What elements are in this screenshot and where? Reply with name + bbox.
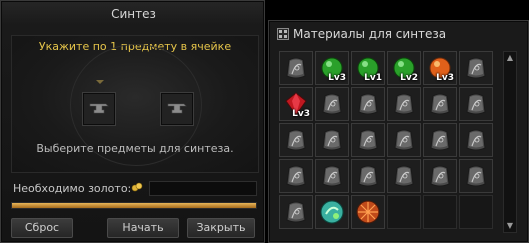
material-slot[interactable]: Lv1 — [351, 51, 385, 85]
material-slot[interactable] — [387, 123, 421, 157]
anvil-icon — [167, 103, 187, 114]
material-slot[interactable] — [387, 159, 421, 193]
reset-button[interactable]: Сброс — [11, 218, 73, 238]
scroll-up-icon[interactable]: ▲ — [506, 54, 514, 62]
material-slot[interactable] — [459, 87, 493, 121]
bracelet-icon — [394, 165, 414, 187]
green-orb-icon — [320, 200, 344, 224]
synthesis-slot-2[interactable] — [160, 92, 194, 126]
material-slot[interactable] — [459, 195, 493, 229]
materials-icon — [277, 28, 289, 40]
bracelet-icon — [466, 129, 486, 151]
synthesis-panel: Синтез Укажите по 1 предмету в ячейке Вы… — [0, 0, 265, 243]
material-slot[interactable] — [351, 195, 385, 229]
materials-panel: Материалы для синтеза Lv3 Lv1 Lv2 Lv3 Lv3 ▲ … — [268, 20, 529, 243]
bracelet-icon — [430, 129, 450, 151]
material-slot[interactable] — [423, 87, 457, 121]
item-level-label: Lv3 — [328, 73, 346, 83]
bracelet-icon — [430, 165, 450, 187]
bracelet-icon — [322, 129, 342, 151]
item-level-label: Lv3 — [292, 109, 310, 119]
material-slot[interactable]: Lv2 — [387, 51, 421, 85]
material-slot[interactable] — [279, 51, 313, 85]
bracelet-icon — [466, 165, 486, 187]
materials-scrollbar[interactable]: ▲ ▼ — [503, 51, 517, 233]
bracelet-icon — [430, 93, 450, 115]
bracelet-icon — [466, 57, 486, 79]
synthesis-progress-bar — [11, 202, 257, 209]
bracelet-icon — [322, 165, 342, 187]
material-slot[interactable] — [459, 123, 493, 157]
bracelet-icon — [394, 93, 414, 115]
material-slot[interactable] — [315, 87, 349, 121]
bracelet-icon — [286, 129, 306, 151]
item-level-label: Lv1 — [364, 73, 382, 83]
orange-orb-icon — [356, 200, 380, 224]
synthesis-title: Синтез — [111, 7, 156, 21]
material-slot[interactable] — [279, 159, 313, 193]
material-slot[interactable] — [423, 159, 457, 193]
bracelet-icon — [358, 93, 378, 115]
material-slot[interactable] — [315, 195, 349, 229]
material-slot[interactable] — [315, 159, 349, 193]
material-slot[interactable] — [423, 195, 457, 229]
material-slot[interactable] — [315, 123, 349, 157]
materials-grid: Lv3 Lv1 Lv2 Lv3 Lv3 — [279, 51, 499, 231]
material-slot[interactable] — [351, 123, 385, 157]
gold-coins-icon — [131, 182, 143, 192]
bracelet-icon — [286, 57, 306, 79]
synthesis-slot-1[interactable] — [82, 92, 116, 126]
material-slot[interactable] — [459, 51, 493, 85]
gold-required-value — [149, 181, 257, 196]
material-slot[interactable] — [387, 195, 421, 229]
material-slot[interactable]: Lv3 — [315, 51, 349, 85]
bracelet-icon — [466, 93, 486, 115]
bracelet-icon — [286, 201, 306, 223]
bracelet-icon — [394, 129, 414, 151]
bracelet-icon — [286, 165, 306, 187]
item-level-label: Lv3 — [436, 73, 454, 83]
bracelet-icon — [358, 129, 378, 151]
material-slot[interactable] — [279, 195, 313, 229]
choose-items-text: Выберите предметы для синтеза. — [36, 142, 234, 155]
item-level-label: Lv2 — [400, 73, 418, 83]
material-slot[interactable] — [387, 87, 421, 121]
material-slot[interactable] — [279, 123, 313, 157]
synthesis-slots-area: Укажите по 1 предмету в ячейке Выберите … — [11, 35, 259, 173]
materials-title: Материалы для синтеза — [293, 27, 447, 41]
material-slot[interactable] — [351, 159, 385, 193]
close-button[interactable]: Закрыть — [187, 218, 255, 238]
material-slot[interactable] — [459, 159, 493, 193]
bracelet-icon — [322, 93, 342, 115]
scroll-down-icon[interactable]: ▼ — [506, 222, 514, 230]
start-button[interactable]: Начать — [107, 218, 179, 238]
bracelet-icon — [358, 165, 378, 187]
anvil-icon — [89, 103, 109, 114]
material-slot[interactable] — [423, 123, 457, 157]
material-slot[interactable]: Lv3 — [423, 51, 457, 85]
synthesis-progress-fill — [12, 203, 256, 208]
material-slot[interactable]: Lv3 — [279, 87, 313, 121]
down-arrow-icon — [96, 80, 104, 84]
gold-required-label: Необходимо золото: — [13, 182, 132, 195]
material-slot[interactable] — [351, 87, 385, 121]
